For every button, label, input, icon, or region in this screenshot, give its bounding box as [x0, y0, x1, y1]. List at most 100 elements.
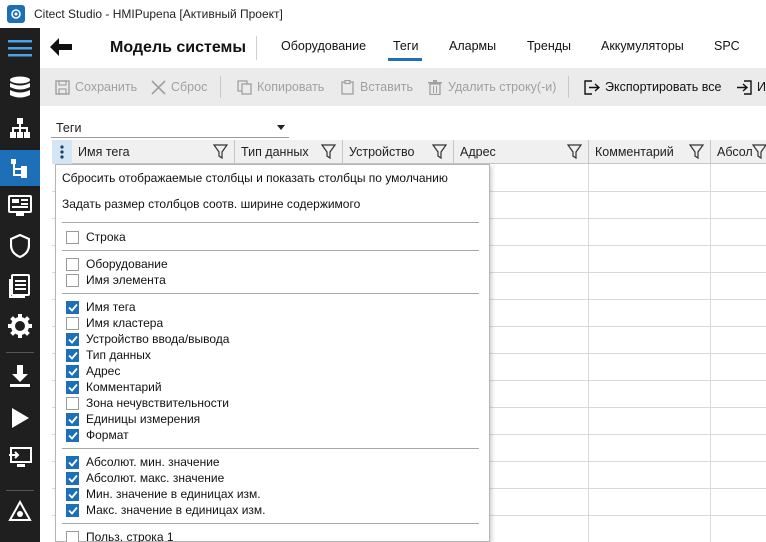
checkmark-icon — [67, 431, 78, 440]
column-header-comment[interactable]: Комментарий — [589, 140, 711, 164]
column-option-equipment[interactable]: Оборудование — [66, 256, 168, 272]
column-option-abs-min[interactable]: Абсолют. мин. значение — [66, 454, 220, 470]
column-option-io-device[interactable]: Устройство ввода/вывода — [66, 331, 229, 347]
column-option-eng-min[interactable]: Мин. значение в единицах изм. — [66, 486, 261, 502]
checkbox[interactable] — [66, 530, 79, 542]
filter-icon[interactable] — [689, 144, 704, 160]
checkbox[interactable] — [66, 364, 79, 378]
column-option-label: Макс. значение в единицах изм. — [86, 503, 266, 517]
filter-icon[interactable] — [321, 144, 336, 160]
reset-button[interactable]: Сброс — [150, 77, 207, 97]
autosize-columns-action[interactable]: Задать размер столбцов соотв. ширине сод… — [62, 197, 360, 211]
column-header-data-type[interactable]: Тип данных — [235, 140, 343, 164]
checkbox[interactable] — [66, 257, 79, 271]
column-option-label: Имя кластера — [86, 316, 164, 330]
checkbox[interactable] — [66, 396, 79, 410]
column-option-address[interactable]: Адрес — [66, 363, 120, 379]
tags-tree-icon[interactable] — [0, 150, 40, 186]
navigation-rail — [0, 28, 40, 542]
export-all-button[interactable]: Экспортировать все — [584, 77, 721, 97]
page-title: Модель системы — [110, 39, 247, 56]
source-select[interactable]: Теги — [51, 118, 289, 138]
tab-trends[interactable]: Тренды — [527, 39, 571, 53]
paste-label: Вставить — [360, 80, 413, 94]
column-option-format[interactable]: Формат — [66, 427, 129, 443]
filter-icon[interactable] — [752, 144, 766, 160]
column-option-cluster-name[interactable]: Имя кластера — [66, 315, 163, 331]
column-option-label: Абсолют. мин. значение — [86, 455, 220, 469]
column-option-label: Адрес — [86, 364, 121, 378]
column-option-units[interactable]: Единицы измерения — [66, 411, 200, 427]
document-list-icon[interactable] — [0, 268, 40, 304]
download-icon[interactable] — [0, 358, 40, 394]
column-menu-button[interactable] — [52, 140, 72, 164]
column-option-comment[interactable]: Комментарий — [66, 379, 162, 395]
menu-icon[interactable] — [0, 30, 40, 66]
rail-divider — [6, 490, 34, 491]
shield-icon[interactable] — [0, 228, 40, 264]
column-option-custom-1[interactable]: Польз. строка 1 — [66, 529, 174, 542]
column-option-label: Единицы измерения — [86, 412, 201, 426]
delete-rows-button[interactable]: Удалить строку(-и) — [427, 77, 556, 97]
screen-icon[interactable] — [0, 440, 40, 476]
tab-tags[interactable]: Теги — [393, 39, 418, 53]
tab-accumulators[interactable]: Аккумуляторы — [601, 39, 684, 53]
checkbox[interactable] — [66, 471, 79, 485]
checkbox[interactable] — [66, 455, 79, 469]
menu-divider — [62, 523, 479, 524]
database-icon[interactable] — [0, 70, 40, 106]
deploy-icon[interactable] — [0, 494, 40, 530]
checkbox[interactable] — [66, 230, 79, 244]
column-option-label: Мин. значение в единицах изм. — [86, 487, 261, 501]
checkmark-icon — [67, 303, 78, 312]
checkbox[interactable] — [66, 412, 79, 426]
column-header-address[interactable]: Адрес — [454, 140, 589, 164]
checkmark-icon — [67, 335, 78, 344]
column-chooser-menu: Сбросить отображаемые столбцы и показать… — [55, 164, 490, 542]
paste-button[interactable]: Вставить — [339, 77, 413, 97]
back-button[interactable] — [48, 36, 74, 58]
hierarchy-icon[interactable] — [0, 110, 40, 146]
filter-icon[interactable] — [567, 144, 582, 160]
column-option-label: Тип данных — [86, 348, 151, 362]
column-option-abs-max[interactable]: Абсолют. макс. значение — [66, 470, 224, 486]
column-option-data-type[interactable]: Тип данных — [66, 347, 151, 363]
save-button[interactable]: Сохранить — [54, 77, 137, 97]
gear-icon[interactable] — [0, 308, 40, 344]
checkbox[interactable] — [66, 300, 79, 314]
checkbox[interactable] — [66, 380, 79, 394]
page-header: Модель системы Оборудование Теги Алармы … — [40, 28, 766, 68]
column-option-label: Оборудование — [86, 257, 168, 271]
import-icon — [736, 79, 752, 95]
checkbox[interactable] — [66, 503, 79, 517]
play-icon[interactable] — [0, 400, 40, 436]
menu-divider — [62, 293, 479, 294]
import-button[interactable]: И — [736, 77, 766, 97]
trash-icon — [427, 79, 443, 95]
checkbox[interactable] — [66, 487, 79, 501]
column-option-label: Устройство ввода/вывода — [86, 332, 230, 346]
checkbox[interactable] — [66, 428, 79, 442]
tab-alarms[interactable]: Алармы — [449, 39, 496, 53]
filter-icon[interactable] — [213, 144, 228, 160]
column-header-abs[interactable]: Абсол — [711, 140, 766, 164]
checkbox[interactable] — [66, 316, 79, 330]
checkbox[interactable] — [66, 332, 79, 346]
tab-equipment[interactable]: Оборудование — [281, 39, 366, 53]
checkbox[interactable] — [66, 273, 79, 287]
tab-spc[interactable]: SPC — [714, 39, 740, 53]
reset-columns-action[interactable]: Сбросить отображаемые столбцы и показать… — [62, 171, 448, 185]
save-icon — [54, 79, 70, 95]
column-option-row-number[interactable]: Строка — [66, 229, 126, 245]
column-option-tag-name[interactable]: Имя тега — [66, 299, 136, 315]
checkbox[interactable] — [66, 348, 79, 362]
copy-button[interactable]: Копировать — [236, 77, 324, 97]
column-option-eng-max[interactable]: Макс. значение в единицах изм. — [66, 502, 265, 518]
graphics-icon[interactable] — [0, 188, 40, 224]
title-bar: Citect Studio - HMIPupena [Активный Прое… — [0, 0, 766, 28]
filter-icon[interactable] — [432, 144, 447, 160]
column-header-device[interactable]: Устройство — [343, 140, 454, 164]
column-header-tag-name[interactable]: Имя тега — [72, 140, 235, 164]
column-option-item-name[interactable]: Имя элемента — [66, 272, 166, 288]
column-option-deadband[interactable]: Зона нечувствительности — [66, 395, 229, 411]
